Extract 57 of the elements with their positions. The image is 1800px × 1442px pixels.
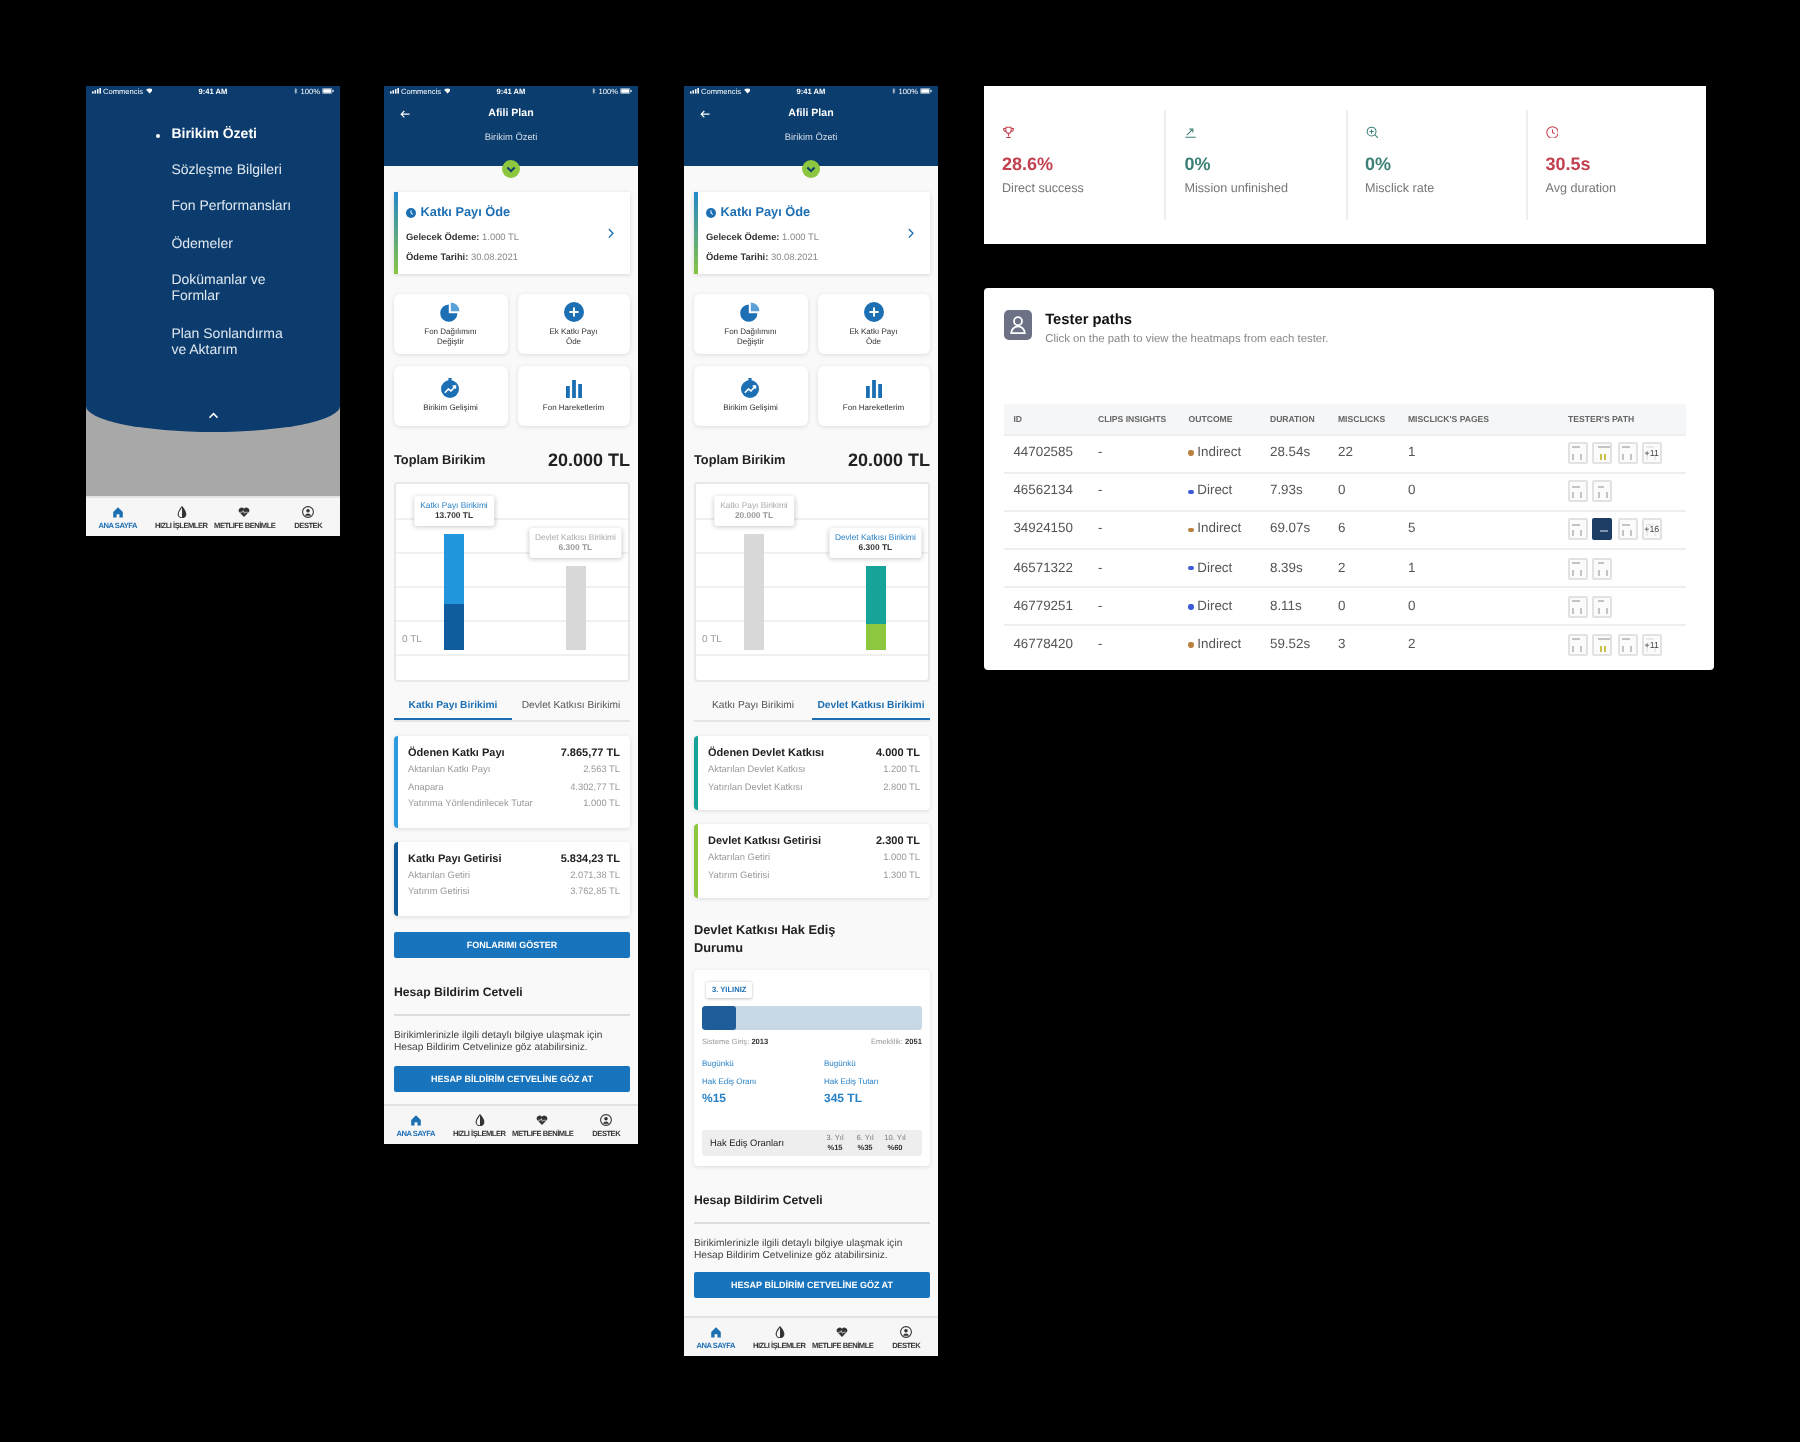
signal-icon <box>92 88 101 94</box>
trophy-icon <box>1002 125 1015 139</box>
person-circle-icon <box>302 506 315 519</box>
bullet-icon <box>156 133 161 139</box>
drop-icon <box>473 1114 486 1127</box>
chart-bar[interactable] <box>565 565 586 649</box>
clock-icon <box>406 207 416 217</box>
chevron-up-icon[interactable] <box>207 412 219 420</box>
chart-bar[interactable] <box>444 533 464 649</box>
total-value: 20.000 TL <box>847 450 930 470</box>
wifi-icon <box>145 88 153 94</box>
person-circle-icon <box>900 1326 913 1339</box>
plus-icon <box>563 301 584 322</box>
bluetooth-icon <box>892 88 897 94</box>
wifi-icon <box>743 88 751 94</box>
drop-icon <box>773 1326 786 1339</box>
drop-icon <box>175 506 188 519</box>
person-circle-icon <box>600 1114 613 1127</box>
signal-icon <box>390 88 399 94</box>
bluetooth-icon <box>294 88 299 94</box>
metric-value: 30.5s <box>1545 153 1591 174</box>
chevron-right-icon[interactable] <box>608 227 614 239</box>
metric-value: 0% <box>1365 153 1392 174</box>
pie-chart-icon <box>440 301 461 322</box>
chevron-down-icon[interactable] <box>502 159 520 177</box>
battery-icon <box>920 88 932 94</box>
page-thumbnail[interactable] <box>1592 518 1613 541</box>
magnifier-plus-icon <box>1365 125 1378 139</box>
person-icon <box>1004 310 1032 340</box>
metric-value: 0% <box>1184 153 1211 174</box>
chevron-right-icon[interactable] <box>908 227 914 239</box>
heart-icon <box>536 1114 549 1127</box>
home-icon <box>409 1114 422 1127</box>
chart-bar[interactable] <box>865 565 886 649</box>
clock-icon <box>1545 125 1559 139</box>
total-value: 20.000 TL <box>547 450 630 470</box>
arrow-up-right-icon <box>1184 125 1198 139</box>
metric-value: 28.6% <box>1002 153 1054 174</box>
home-icon <box>111 506 124 519</box>
plus-icon <box>863 301 884 322</box>
clock-icon <box>706 207 716 217</box>
back-arrow-icon[interactable] <box>700 109 710 118</box>
pie-chart-icon <box>740 301 761 322</box>
home-icon <box>709 1326 722 1339</box>
growth-chart-icon <box>440 378 461 398</box>
bluetooth-icon <box>592 88 597 94</box>
back-arrow-icon[interactable] <box>400 109 410 118</box>
heart-icon <box>238 506 251 519</box>
wifi-icon <box>443 88 451 94</box>
growth-chart-icon <box>740 378 761 398</box>
battery-icon <box>322 88 334 94</box>
bar-chart-icon <box>863 378 884 398</box>
bar-chart-icon <box>563 378 584 398</box>
heart-icon <box>836 1326 849 1339</box>
chevron-down-icon[interactable] <box>802 159 820 177</box>
battery-icon <box>620 88 632 94</box>
signal-icon <box>690 88 699 94</box>
